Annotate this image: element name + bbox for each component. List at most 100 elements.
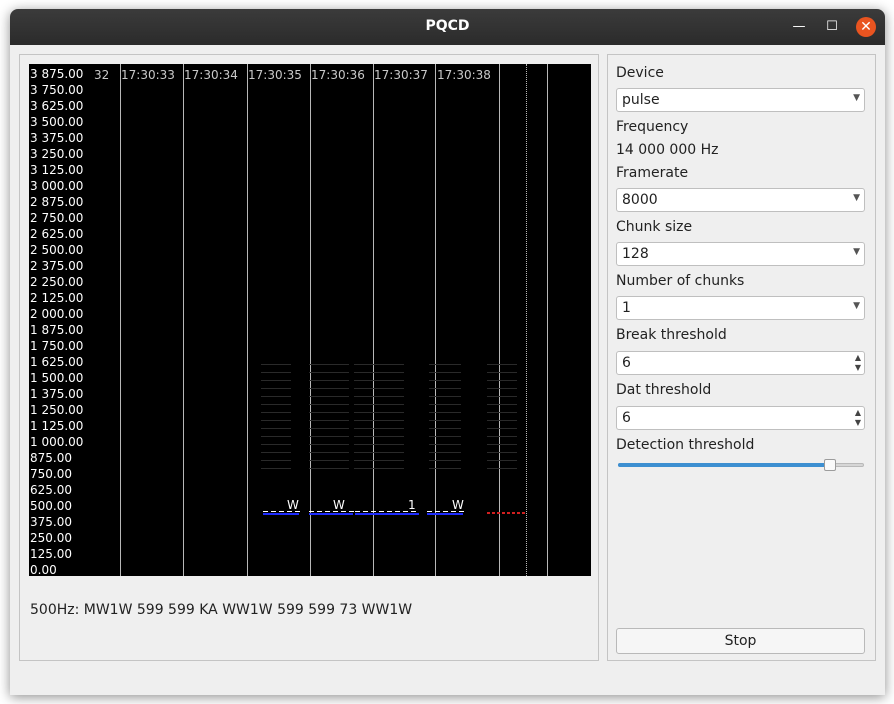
cw-decode-mark: W <box>287 498 299 512</box>
noise-trace <box>429 412 461 413</box>
y-axis-label: 3 875.00 <box>30 67 84 81</box>
decoded-text: 500Hz: MW1W 599 599 KA WW1W 599 599 73 W… <box>30 602 413 618</box>
noise-trace <box>309 428 349 429</box>
time-gridline <box>120 64 121 576</box>
app-window: PQCD — ☐ ✕ 3 875.00 3 750.00 3 625.00 3 500… <box>10 9 885 695</box>
spin-up-icon[interactable]: ▲ <box>855 353 861 362</box>
noise-trace <box>354 452 404 453</box>
noise-trace <box>309 468 349 469</box>
noise-trace <box>261 452 291 453</box>
break-threshold-label: Break threshold <box>616 327 727 343</box>
signal-dash <box>279 511 284 512</box>
noise-trace <box>429 404 461 405</box>
y-axis-label: 2 375.00 <box>30 259 84 273</box>
framerate-select[interactable]: 8000 ▼ <box>616 188 865 212</box>
signal-dash <box>271 511 276 512</box>
y-axis-label: 3 625.00 <box>30 99 84 113</box>
noise-trace <box>429 364 461 365</box>
noise-trace <box>261 380 291 381</box>
framerate-value: 8000 <box>622 192 658 208</box>
noise-trace <box>429 380 461 381</box>
noise-trace <box>354 372 404 373</box>
noise-trace <box>354 404 404 405</box>
y-axis-label: 1 500.00 <box>30 371 84 385</box>
break-threshold-spinbox[interactable]: 6 ▲ ▼ <box>616 351 865 375</box>
title-bar: PQCD — ☐ ✕ <box>10 9 885 45</box>
time-label: 17:30:35 <box>248 68 302 82</box>
noise-trace <box>354 380 404 381</box>
stop-button[interactable]: Stop <box>616 628 865 654</box>
frequency-label: Frequency <box>616 119 689 135</box>
noise-trace <box>309 380 349 381</box>
num-chunks-select[interactable]: 1 ▼ <box>616 296 865 320</box>
y-axis-label: 3 000.00 <box>30 179 84 193</box>
noise-trace <box>354 468 404 469</box>
signal-red-dash <box>492 512 495 514</box>
noise-trace <box>309 372 349 373</box>
noise-trace <box>354 364 404 365</box>
signal-dash <box>395 511 400 512</box>
device-label: Device <box>616 65 664 81</box>
y-axis-label: 0.00 <box>30 563 57 576</box>
noise-trace <box>309 452 349 453</box>
chevron-down-icon: ▼ <box>853 93 860 103</box>
time-label: 32 <box>94 68 110 82</box>
device-select[interactable]: pulse ▼ <box>616 88 865 112</box>
maximize-icon[interactable]: ☐ <box>822 17 842 37</box>
minimize-icon[interactable]: — <box>789 17 809 37</box>
signal-red-dash <box>507 512 510 514</box>
cw-decode-mark: W <box>452 498 464 512</box>
noise-trace <box>487 428 517 429</box>
y-axis-label: 125.00 <box>30 547 72 561</box>
time-gridline <box>499 64 500 576</box>
signal-dash <box>379 511 384 512</box>
noise-trace <box>487 436 517 437</box>
y-axis-label: 1 125.00 <box>30 419 84 433</box>
y-axis-label: 2 500.00 <box>30 243 84 257</box>
time-label: 17:30:34 <box>184 68 238 82</box>
time-gridline <box>247 64 248 576</box>
close-icon[interactable]: ✕ <box>856 17 876 37</box>
y-axis-label: 3 500.00 <box>30 115 84 129</box>
noise-trace <box>487 364 517 365</box>
noise-trace <box>261 436 291 437</box>
noise-trace <box>354 420 404 421</box>
chevron-down-icon: ▼ <box>853 301 860 311</box>
y-axis-label: 2 625.00 <box>30 227 84 241</box>
y-axis-label: 1 875.00 <box>30 323 84 337</box>
noise-trace <box>487 372 517 373</box>
y-axis-label: 1 375.00 <box>30 387 84 401</box>
time-label: 17:30:37 <box>374 68 428 82</box>
dat-threshold-value: 6 <box>622 410 631 426</box>
time-gridline <box>183 64 184 576</box>
y-axis-label: 1 750.00 <box>30 339 84 353</box>
noise-trace <box>309 436 349 437</box>
chunk-size-select[interactable]: 128 ▼ <box>616 242 865 266</box>
time-label: 17:30:33 <box>121 68 175 82</box>
signal-dash <box>371 511 376 512</box>
time-gridline <box>547 64 548 576</box>
signal-red-dash <box>487 512 490 514</box>
chunk-size-label: Chunk size <box>616 219 693 235</box>
spin-down-icon[interactable]: ▼ <box>855 363 861 372</box>
noise-trace <box>261 460 291 461</box>
y-axis-label: 500.00 <box>30 499 72 513</box>
noise-trace <box>487 388 517 389</box>
noise-trace <box>309 396 349 397</box>
y-axis-label: 625.00 <box>30 483 72 497</box>
chevron-down-icon: ▼ <box>853 193 860 203</box>
noise-trace <box>354 412 404 413</box>
spin-down-icon[interactable]: ▼ <box>855 418 861 427</box>
noise-trace <box>261 420 291 421</box>
noise-trace <box>261 428 291 429</box>
noise-trace <box>261 444 291 445</box>
y-axis-label: 2 000.00 <box>30 307 84 321</box>
y-axis-label: 2 125.00 <box>30 291 84 305</box>
detection-threshold-label: Detection threshold <box>616 437 755 453</box>
spin-up-icon[interactable]: ▲ <box>855 408 861 417</box>
dat-threshold-spinbox[interactable]: 6 ▲ ▼ <box>616 406 865 430</box>
slider-handle[interactable] <box>824 459 836 471</box>
noise-trace <box>309 420 349 421</box>
time-gridline <box>435 64 436 576</box>
noise-trace <box>261 412 291 413</box>
